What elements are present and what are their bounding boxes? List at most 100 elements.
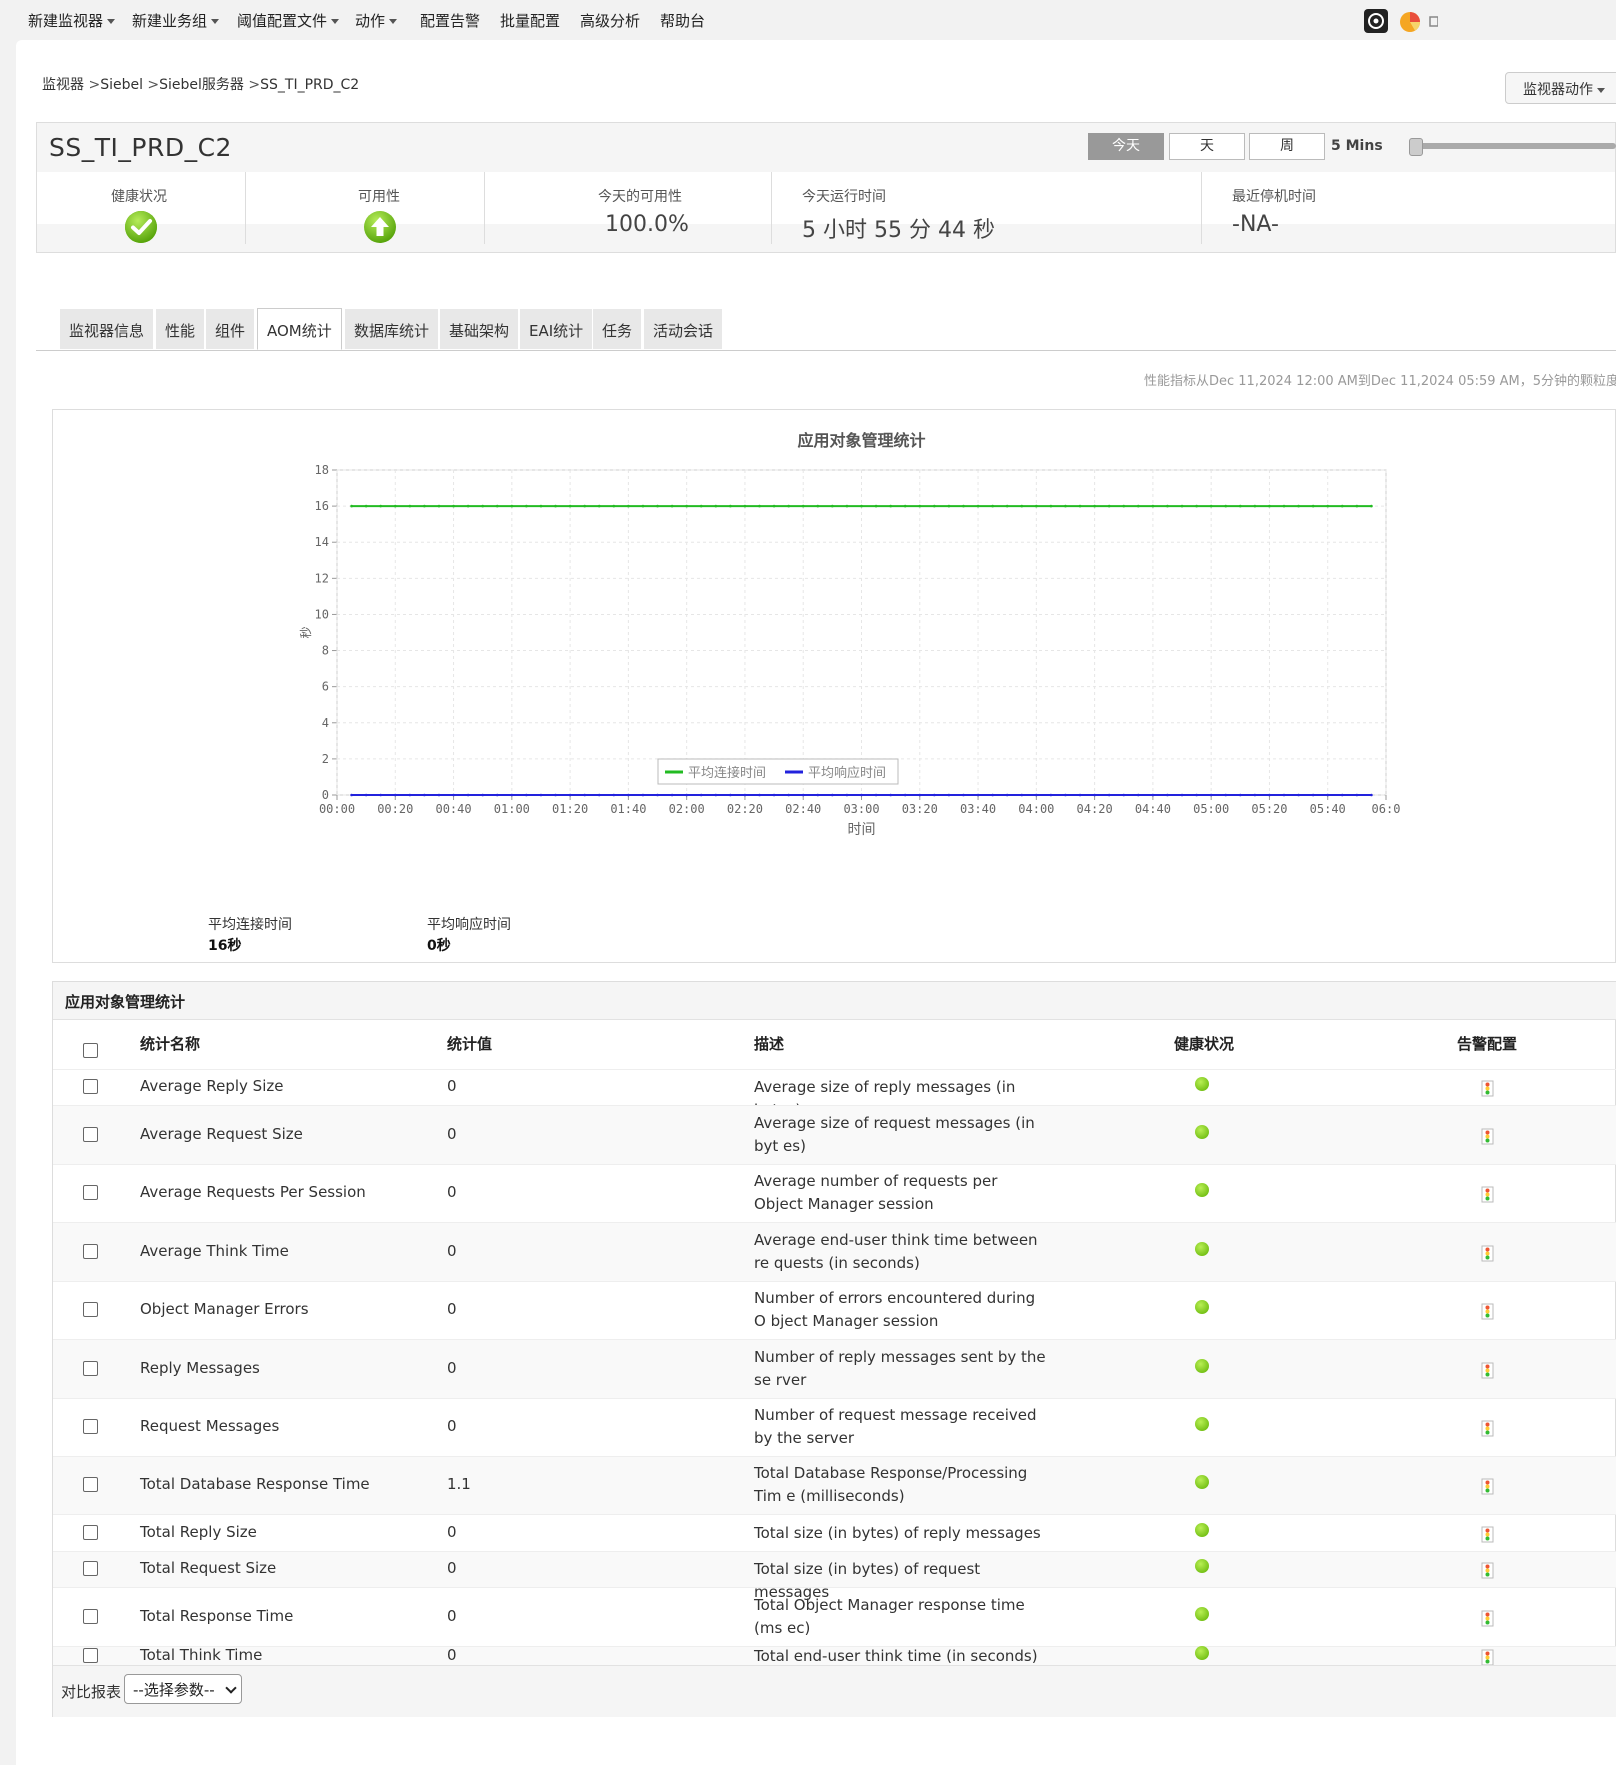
tab-aom-stats[interactable]: AOM统计 — [257, 308, 342, 350]
y-tick-label: 8 — [322, 644, 329, 658]
breadcrumb-monitors[interactable]: 监视器 — [42, 77, 84, 93]
pie-chart-icon[interactable] — [1398, 9, 1422, 33]
menu-advanced-analytics[interactable]: 高级分析 — [580, 10, 640, 31]
menu-new-monitor[interactable]: 新建监视器 — [28, 10, 116, 31]
data-point — [481, 793, 484, 797]
data-point — [554, 504, 557, 508]
health-ok-icon[interactable] — [1195, 1077, 1209, 1091]
data-point — [918, 504, 922, 508]
data-point — [452, 793, 455, 797]
parameter-select[interactable]: --选择参数-- — [124, 1674, 242, 1704]
row-checkbox[interactable] — [83, 1419, 98, 1434]
monitor-icon[interactable] — [1428, 9, 1439, 33]
row-checkbox[interactable] — [83, 1079, 98, 1094]
health-ok-icon[interactable] — [1195, 1417, 1209, 1431]
tab-monitor-info[interactable]: 监视器信息 — [60, 309, 154, 349]
period-day-button[interactable]: 天 — [1169, 133, 1245, 160]
row-checkbox[interactable] — [83, 1243, 98, 1259]
monitor-actions-button[interactable]: 监视器动作 — [1505, 72, 1616, 104]
stat-description: Average end-user think time between re q… — [754, 1230, 1038, 1272]
health-ok-icon[interactable] — [1195, 1475, 1209, 1489]
menu-help-desk[interactable]: 帮助台 — [660, 10, 705, 31]
period-today-button[interactable]: 今天 — [1088, 133, 1164, 160]
menu-threshold-profile[interactable]: 阈值配置文件 — [237, 10, 340, 31]
alarm-config-icon[interactable] — [1481, 1080, 1494, 1097]
alarm-config-icon[interactable] — [1481, 1562, 1494, 1579]
health-ok-icon[interactable] — [1195, 1645, 1209, 1660]
row-checkbox[interactable] — [83, 1477, 98, 1492]
row-checkbox[interactable] — [83, 1360, 98, 1376]
menu-configure-alarms[interactable]: 配置告警 — [420, 10, 480, 31]
granularity-slider-track[interactable] — [1410, 143, 1616, 149]
alarm-config-icon[interactable] — [1481, 1649, 1494, 1666]
health-ok-icon[interactable] — [1195, 1606, 1209, 1621]
data-point — [1253, 793, 1257, 797]
header-description[interactable]: 描述 — [754, 1033, 784, 1054]
header-stat-value[interactable]: 统计值 — [447, 1033, 492, 1054]
health-ok-icon[interactable] — [1195, 1300, 1209, 1314]
row-checkbox[interactable] — [83, 1608, 98, 1624]
tab-database-stats[interactable]: 数据库统计 — [345, 309, 439, 349]
data-point — [364, 504, 368, 508]
alarm-config-icon[interactable] — [1481, 1526, 1494, 1543]
stat-description: Average number of requests per Object Ma… — [754, 1172, 998, 1213]
health-ok-icon[interactable] — [1195, 1358, 1209, 1373]
alarm-config-icon[interactable] — [1481, 1420, 1494, 1437]
health-ok-icon[interactable] — [1195, 1559, 1209, 1573]
data-point — [1355, 793, 1359, 797]
y-tick-label: 16 — [315, 499, 329, 513]
data-point — [641, 793, 645, 797]
alarm-config-icon[interactable] — [1481, 1478, 1494, 1495]
tab-performance[interactable]: 性能 — [156, 309, 205, 349]
row-checkbox[interactable] — [83, 1185, 98, 1200]
header-health[interactable]: 健康状况 — [1174, 1033, 1234, 1054]
tab-eai-stats[interactable]: EAI统计 — [520, 309, 593, 349]
x-tick-label: 02:20 — [727, 802, 763, 816]
alarm-config-icon[interactable] — [1481, 1245, 1494, 1262]
stat-name: Total Think Time — [140, 1645, 263, 1664]
tab-components[interactable]: 组件 — [206, 309, 255, 349]
alarm-config-icon[interactable] — [1481, 1610, 1494, 1627]
alarm-config-icon[interactable] — [1481, 1186, 1494, 1203]
aperture-icon[interactable] — [1364, 9, 1388, 33]
breadcrumb-siebel-server[interactable]: Siebel服务器 — [159, 77, 244, 93]
health-ok-icon[interactable] — [1195, 1183, 1209, 1197]
tab-tasks[interactable]: 任务 — [593, 309, 642, 349]
alarm-config-icon[interactable] — [1481, 1128, 1494, 1145]
menu-bulk-config[interactable]: 批量配置 — [500, 10, 560, 31]
tab-infrastructure[interactable]: 基础架构 — [440, 309, 519, 349]
data-point — [1078, 504, 1082, 508]
data-point — [1166, 504, 1169, 508]
alarm-config-icon[interactable] — [1481, 1362, 1494, 1379]
data-point — [1355, 504, 1359, 508]
select-all-checkbox[interactable] — [83, 1043, 98, 1058]
health-label: 健康状况 — [111, 189, 167, 205]
menu-actions[interactable]: 动作 — [355, 10, 398, 31]
data-point — [1020, 793, 1024, 797]
row-checkbox[interactable] — [83, 1302, 98, 1317]
data-point — [656, 504, 659, 508]
data-point — [1209, 793, 1213, 797]
alarm-config-icon[interactable] — [1481, 1303, 1494, 1320]
row-checkbox[interactable] — [83, 1647, 98, 1663]
performance-time-range-note: 性能指标从Dec 11,2024 12:00 AM到Dec 11,2024 05… — [1144, 374, 1616, 389]
row-checkbox[interactable] — [83, 1561, 98, 1576]
stat-name: Total Response Time — [140, 1606, 294, 1625]
breadcrumb-siebel[interactable]: Siebel — [100, 77, 143, 93]
header-alarm-config[interactable]: 告警配置 — [1457, 1033, 1517, 1054]
menu-new-business-group[interactable]: 新建业务组 — [132, 10, 220, 31]
health-ok-icon[interactable] — [1195, 1522, 1209, 1537]
health-ok-icon[interactable] — [1195, 1241, 1209, 1256]
stat-value: 0 — [447, 1077, 457, 1095]
health-ok-icon[interactable] — [1195, 1124, 1209, 1139]
data-point — [860, 504, 863, 508]
header-stat-name[interactable]: 统计名称 — [140, 1033, 200, 1054]
stat-value: 0 — [447, 1606, 457, 1625]
data-point — [1282, 793, 1286, 797]
row-checkbox[interactable] — [83, 1126, 98, 1142]
granularity-slider-handle[interactable] — [1409, 138, 1423, 156]
tab-active-sessions[interactable]: 活动会话 — [644, 309, 723, 349]
row-checkbox[interactable] — [83, 1524, 98, 1540]
y-tick-label: 12 — [315, 571, 329, 585]
period-week-button[interactable]: 周 — [1249, 133, 1325, 160]
